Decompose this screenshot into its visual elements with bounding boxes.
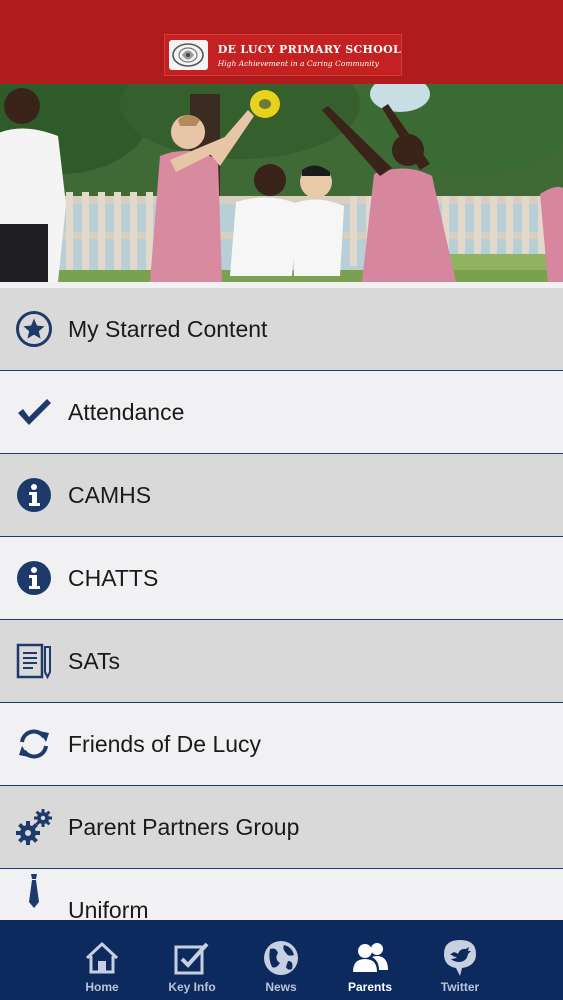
school-crest-icon (169, 40, 208, 70)
tab-label: Twitter (440, 980, 480, 994)
tab-home[interactable]: Home (62, 920, 142, 1000)
menu-item-my-starred-content[interactable]: My Starred Content (0, 288, 563, 371)
menu-item-label: My Starred Content (68, 315, 268, 342)
document-pencil-icon (14, 641, 54, 681)
menu-item-sats[interactable]: SATs (0, 620, 563, 703)
parents-menu-list: My Starred Content Attendance CAMHS CHAT… (0, 288, 563, 952)
menu-item-label: Parent Partners Group (68, 813, 300, 840)
menu-item-chatts[interactable]: CHATTS (0, 537, 563, 620)
menu-item-camhs[interactable]: CAMHS (0, 454, 563, 537)
checkmark-icon (14, 392, 54, 432)
tie-icon (14, 871, 54, 911)
info-icon (14, 475, 54, 515)
tab-twitter[interactable]: Twitter (420, 920, 500, 1000)
info-icon (14, 558, 54, 598)
tab-parents[interactable]: Parents (330, 920, 410, 1000)
menu-item-parent-partners-group[interactable]: Parent Partners Group (0, 786, 563, 869)
gears-icon (14, 807, 54, 847)
globe-icon (261, 938, 301, 978)
hero-photo (0, 84, 563, 282)
tab-label: Parents (347, 980, 393, 994)
school-name: DE LUCY PRIMARY SCHOOL (217, 42, 401, 56)
home-icon (82, 938, 122, 978)
bottom-tab-bar: Home Key Info News Parents Twitter (0, 920, 563, 1000)
app-header: DE LUCY PRIMARY SCHOOL High Achievement … (0, 0, 563, 84)
tab-label: Key Info (168, 980, 216, 994)
star-circle-icon (14, 309, 54, 349)
school-motto: High Achievement in a Caring Community (217, 58, 379, 68)
menu-item-label: Attendance (68, 398, 185, 425)
tab-label: News (265, 980, 297, 994)
tab-news[interactable]: News (241, 920, 321, 1000)
tab-key-info[interactable]: Key Info (152, 920, 232, 1000)
tab-label: Home (85, 980, 119, 994)
menu-item-attendance[interactable]: Attendance (0, 371, 563, 454)
menu-item-label: Friends of De Lucy (68, 730, 262, 757)
twitter-bird-icon (440, 938, 480, 978)
menu-item-label: CHATTS (68, 564, 159, 591)
menu-item-label: SATs (68, 647, 120, 674)
school-logo: DE LUCY PRIMARY SCHOOL High Achievement … (164, 34, 402, 76)
app-screen: DE LUCY PRIMARY SCHOOL High Achievement … (0, 0, 563, 1000)
checkbox-icon (172, 938, 212, 978)
refresh-arrows-icon (14, 724, 54, 764)
people-icon (350, 938, 390, 978)
menu-item-friends-of-de-lucy[interactable]: Friends of De Lucy (0, 703, 563, 786)
menu-item-label: CAMHS (68, 481, 152, 508)
